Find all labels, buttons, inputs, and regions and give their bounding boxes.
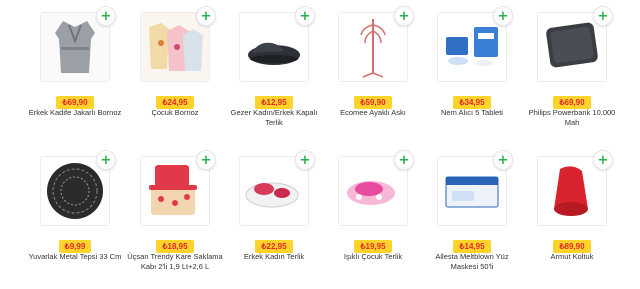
product-name[interactable]: Nem Alıcı 5 Tableti — [422, 108, 522, 118]
plus-icon: + — [200, 152, 212, 168]
plus-icon: + — [398, 8, 410, 24]
plus-icon: + — [597, 8, 609, 24]
product-name[interactable]: Üçsan Trendy Kare Saklama Kabı 2'li 1,9 … — [125, 252, 225, 272]
product-name[interactable]: Yuvarlak Metal Tepsi 33 Cm — [25, 252, 125, 262]
product-name[interactable]: Armut Koltuk — [522, 252, 622, 262]
add-to-cart-button[interactable]: + — [394, 150, 414, 170]
product-name[interactable]: Erkek Kadın Terlik — [224, 252, 324, 262]
plus-icon: + — [398, 152, 410, 168]
product-grid: + ₺69,90 Erkek Kadife Jakarlı Bornoz + ₺… — [0, 0, 640, 289]
plus-icon: + — [497, 152, 509, 168]
plus-icon: + — [100, 8, 112, 24]
add-to-cart-button[interactable]: + — [493, 150, 513, 170]
add-to-cart-button[interactable]: + — [196, 150, 216, 170]
add-to-cart-button[interactable]: + — [394, 6, 414, 26]
product-name[interactable]: Ecomee Ayaklı Askı — [323, 108, 423, 118]
add-to-cart-button[interactable]: + — [96, 6, 116, 26]
product-name[interactable]: Çocuk Bornoz — [125, 108, 225, 118]
add-to-cart-button[interactable]: + — [493, 6, 513, 26]
product-name[interactable]: Allesta Meltblown Yüz Maskesi 50'li — [422, 252, 522, 272]
add-to-cart-button[interactable]: + — [593, 6, 613, 26]
plus-icon: + — [100, 152, 112, 168]
product-name[interactable]: Işıklı Çocuk Terlik — [323, 252, 423, 262]
plus-icon: + — [299, 8, 311, 24]
add-to-cart-button[interactable]: + — [295, 6, 315, 26]
add-to-cart-button[interactable]: + — [295, 150, 315, 170]
plus-icon: + — [200, 8, 212, 24]
plus-icon: + — [299, 152, 311, 168]
product-name[interactable]: Philips Powerbank 10.000 Mah — [522, 108, 622, 128]
add-to-cart-button[interactable]: + — [196, 6, 216, 26]
product-name[interactable]: Gezer Kadın/Erkek Kapalı Terlik — [224, 108, 324, 128]
product-name[interactable]: Erkek Kadife Jakarlı Bornoz — [25, 108, 125, 118]
add-to-cart-button[interactable]: + — [96, 150, 116, 170]
plus-icon: + — [597, 152, 609, 168]
plus-icon: + — [497, 8, 509, 24]
add-to-cart-button[interactable]: + — [593, 150, 613, 170]
